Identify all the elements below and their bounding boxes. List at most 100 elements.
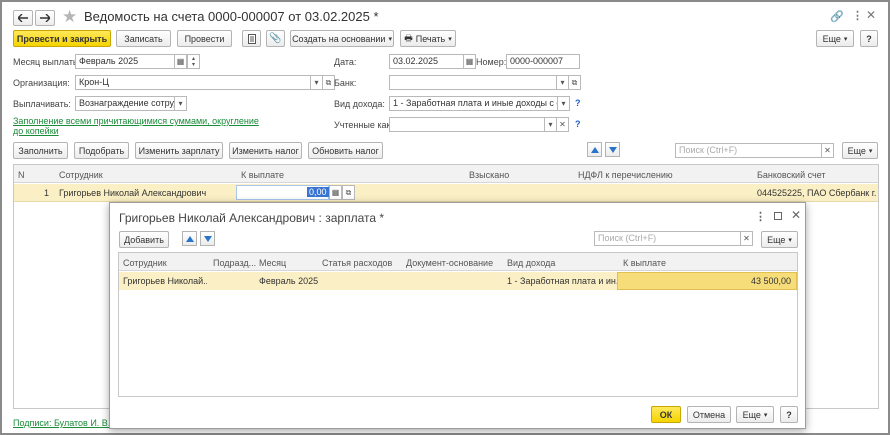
fill-settings-text: Заполнение всеми причитающимися суммами,… [13,116,259,136]
clear-icon: ✕ [824,146,831,155]
help-button[interactable]: ? [860,30,878,47]
dialog-row-pay[interactable]: 43 500,00 [751,276,791,286]
document-window: ★ Ведомость на счета 0000-000007 от 03.0… [0,0,890,435]
pay-input[interactable]: Вознаграждение сотрудн [75,96,175,111]
fill-button[interactable]: Заполнить [13,142,68,159]
table-search-input[interactable]: Поиск (Ctrl+F) [675,143,822,158]
menu-dots-icon[interactable]: ⋮ [852,9,863,22]
change-tax-button[interactable]: Изменить налог [229,142,302,159]
move-down-button[interactable] [605,142,620,157]
dialog-more-button-bottom[interactable]: Еще ▾ [736,406,774,423]
dialog-title: Григорьев Николай Александрович : зарпла… [119,211,385,225]
table-more-button[interactable]: Еще ▾ [842,142,878,159]
attach-button[interactable]: 📎 [266,30,285,47]
forward-button[interactable] [35,10,55,26]
chevron-down-icon: ▾ [763,411,768,419]
calendar-icon: ▦ [176,57,185,66]
dialog-table: Сотрудник Подразд... Месяц Статья расход… [118,252,798,397]
report-button[interactable] [242,30,261,47]
dialog-add-button[interactable]: Добавить [119,231,169,248]
stepper-down-icon: ▾ [191,61,195,68]
dialog-search-input[interactable]: Поиск (Ctrl+F) [594,231,741,246]
update-tax-button[interactable]: Обновить налог [308,142,383,159]
print-button[interactable]: 🖶 Печать ▾ [400,30,456,47]
change-salary-button[interactable]: Изменить зарплату [135,142,223,159]
dialog-header-article[interactable]: Статья расходов [322,258,392,268]
dialog-ok-button[interactable]: ОК [651,406,681,423]
close-icon[interactable]: ✕ [866,8,876,22]
dialog-move-down-button[interactable] [200,231,215,246]
dialog-help-button[interactable]: ? [780,406,798,423]
dialog-close-icon[interactable]: ✕ [791,208,801,222]
more-label: Еще [822,33,841,44]
salary-dialog: Григорьев Николай Александрович : зарпла… [109,202,806,429]
chevron-down-icon: ▾ [843,35,848,43]
back-button[interactable] [13,10,33,26]
dialog-header-employee[interactable]: Сотрудник [123,258,167,268]
header-account[interactable]: Банковский счет [757,170,826,180]
number-input[interactable]: 0000-000007 [506,54,580,69]
chevron-down-icon: ▾ [314,78,319,87]
header-employee[interactable]: Сотрудник [59,170,103,180]
pay-dropdown[interactable]: ▾ [174,96,187,111]
post-and-close-button[interactable]: Провести и закрыть [13,30,111,47]
dialog-more-button[interactable]: Еще ▾ [761,231,798,248]
month-label: Месяц выплаты: [13,57,82,67]
chevron-down-icon: ▾ [788,236,792,244]
pay-calculator-button[interactable]: ▦ [329,185,342,200]
date-input[interactable]: 03.02.2025 [389,54,464,69]
save-button[interactable]: Записать [116,30,171,47]
more-button[interactable]: Еще ▾ [816,30,854,47]
document-icon [247,33,256,44]
row-pay-value[interactable]: 0,00 [307,187,329,197]
header-ndfl[interactable]: НДФЛ к перечислению [578,170,673,180]
dialog-header-dept[interactable]: Подразд... [213,258,256,268]
create-based-button[interactable]: Создать на основании ▾ [290,30,394,47]
arrow-down-icon [203,235,212,242]
chevron-down-icon: ▾ [548,120,553,129]
link-icon[interactable]: 🔗 [830,10,844,23]
pay-open-button[interactable]: ⧉ [342,185,355,200]
dialog-move-up-button[interactable] [182,231,197,246]
post-button[interactable]: Провести [177,30,232,47]
counted-as-input[interactable] [389,117,545,132]
income-type-input[interactable]: 1 - Заработная плата и иные доходы с огр… [389,96,558,111]
month-stepper[interactable]: ▴ ▾ [187,54,200,69]
date-calendar-button[interactable]: ▦ [463,54,476,69]
dialog-cancel-button[interactable]: Отмена [687,406,731,423]
dialog-header-document[interactable]: Документ-основание [406,258,493,268]
table-more-label: Еще [847,145,866,156]
dialog-maximize-icon[interactable] [774,212,782,220]
dialog-menu-icon[interactable]: ⋮ [755,210,766,223]
header-pay[interactable]: К выплате [241,170,284,180]
organization-label: Организация: [13,78,70,88]
income-type-dropdown[interactable]: ▾ [557,96,570,111]
calendar-button[interactable]: ▦ [174,54,187,69]
dialog-header-income[interactable]: Вид дохода [507,258,555,268]
organization-input[interactable]: Крон-Ц [75,75,311,90]
dialog-search-clear-button[interactable]: ✕ [740,231,753,246]
dialog-header-pay[interactable]: К выплате [623,258,666,268]
printer-icon: 🖶 [404,32,413,43]
arrow-down-icon [608,146,617,153]
pick-button[interactable]: Подобрать [74,142,129,159]
header-n[interactable]: N [18,170,25,180]
bank-open-button[interactable]: ⧉ [568,75,581,90]
dialog-header-month[interactable]: Месяц [259,258,286,268]
income-help-icon[interactable]: ? [575,98,581,108]
signatures-link[interactable]: Подписи: Булатов И. В., С [13,418,122,428]
star-icon[interactable]: ★ [62,8,77,26]
header-collected[interactable]: Взыскано [469,170,509,180]
fill-settings-link[interactable]: Заполнение всеми причитающимися суммами,… [13,116,263,136]
chevron-down-icon: ▾ [560,78,565,87]
move-up-button[interactable] [587,142,602,157]
chevron-down-icon: ▾ [561,99,566,108]
dialog-row-month: Февраль 2025 [259,276,319,286]
table-search-clear-button[interactable]: ✕ [821,143,834,158]
month-input[interactable]: Февраль 2025 [75,54,175,69]
dialog-search-placeholder: Поиск (Ctrl+F) [598,233,657,243]
dialog-row-income: 1 - Заработная плата и ин... [507,276,617,286]
counted-help-icon[interactable]: ? [575,119,581,129]
counted-as-clear-button[interactable]: ✕ [556,117,569,132]
bank-input[interactable] [389,75,557,90]
